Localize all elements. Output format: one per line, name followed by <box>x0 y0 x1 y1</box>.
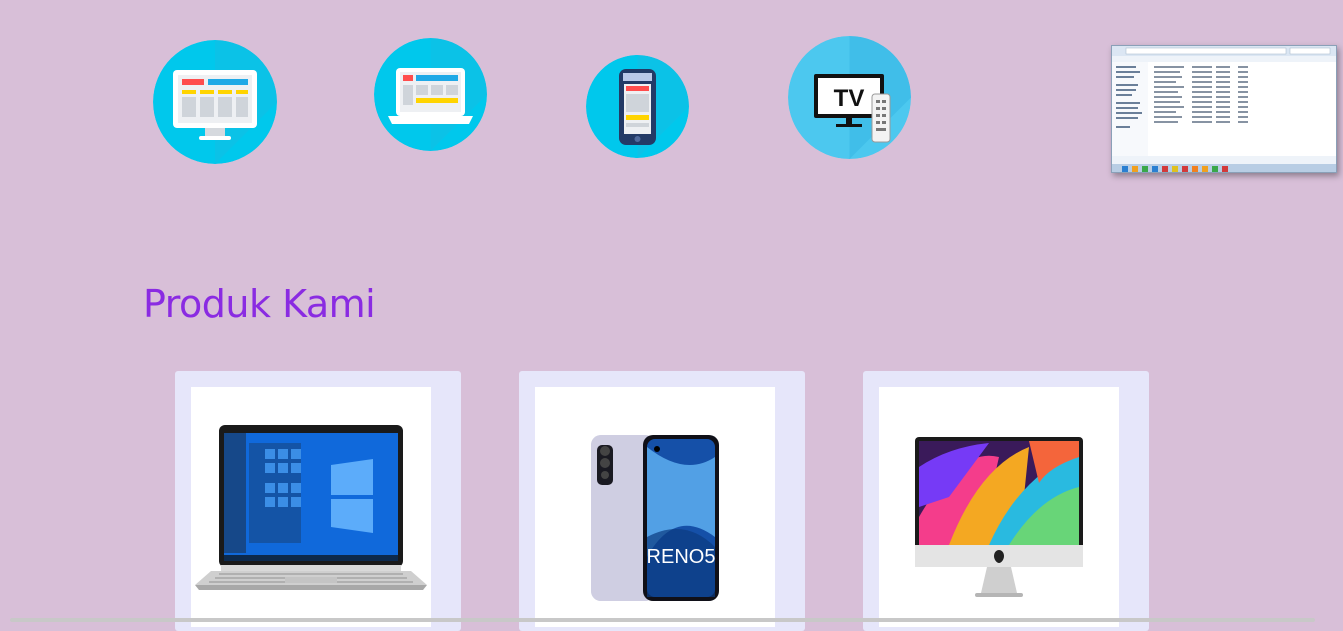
product-image[interactable]: RENO5 <box>535 387 775 627</box>
reno5-label: RENO5 <box>647 546 716 568</box>
product-card-imac[interactable] <box>863 371 1149 631</box>
file-explorer-screenshot-thumbnail[interactable] <box>1111 45 1337 173</box>
product-card-laptop[interactable] <box>175 371 461 631</box>
smartphone-icon[interactable] <box>586 55 689 158</box>
section-title: Produk Kami <box>143 282 376 326</box>
product-image[interactable] <box>191 387 431 627</box>
product-image[interactable] <box>879 387 1119 627</box>
hp-laptop-image <box>195 425 427 590</box>
tv-remote-icon[interactable]: TV <box>788 36 911 159</box>
imac-image <box>915 437 1083 597</box>
horizontal-scrollbar[interactable] <box>10 618 1315 622</box>
oppo-reno5-image: RENO5 <box>591 435 719 601</box>
product-card-phone[interactable]: RENO5 <box>519 371 805 631</box>
tv-label: TV <box>834 85 865 112</box>
laptop-icon[interactable] <box>374 38 487 151</box>
desktop-monitor-icon[interactable] <box>153 40 277 164</box>
